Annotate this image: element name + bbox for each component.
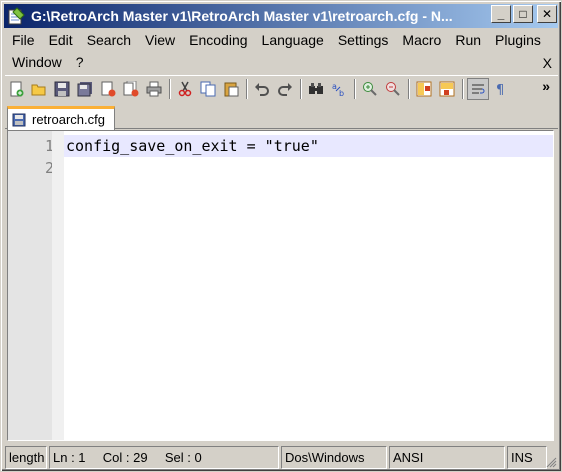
status-eol-format[interactable]: Dos\Windows [281, 446, 387, 469]
toolbar: ab ¶ » [5, 75, 558, 101]
save-icon[interactable] [51, 78, 73, 100]
close-document-button[interactable]: X [543, 52, 552, 74]
toolbar-separator [300, 78, 302, 99]
saved-file-icon [12, 113, 26, 126]
status-insert-mode[interactable]: INS [507, 446, 547, 469]
menu-window[interactable]: Window [5, 51, 69, 73]
tab-label: retroarch.cfg [32, 112, 105, 127]
replace-icon[interactable]: ab [328, 78, 350, 100]
menu-row-1: File Edit Search View Encoding Language … [5, 29, 558, 51]
notepad-plus-plus-window: G:\RetroArch Master v1\RetroArch Master … [0, 0, 562, 472]
title-bar[interactable]: G:\RetroArch Master v1\RetroArch Master … [4, 4, 558, 28]
print-icon[interactable] [143, 78, 165, 100]
fold-margin[interactable] [52, 131, 64, 440]
text-editor[interactable]: 1 2 config_save_on_exit = "true" [7, 130, 554, 441]
document-tab-strip: retroarch.cfg [5, 103, 558, 130]
word-wrap-icon[interactable] [467, 77, 489, 100]
menu-file[interactable]: File [5, 29, 42, 51]
window-title: G:\RetroArch Master v1\RetroArch Master … [31, 8, 453, 24]
show-all-characters-icon[interactable]: ¶ [490, 78, 512, 100]
toolbar-separator [246, 78, 248, 99]
zoom-out-icon[interactable] [382, 78, 404, 100]
menu-search[interactable]: Search [80, 29, 138, 51]
menu-language[interactable]: Language [255, 29, 331, 51]
copy-icon[interactable] [197, 78, 219, 100]
notepad-app-icon[interactable] [7, 7, 25, 25]
zoom-in-icon[interactable] [359, 78, 381, 100]
menu-settings[interactable]: Settings [331, 29, 396, 51]
menu-encoding[interactable]: Encoding [182, 29, 254, 51]
paste-icon[interactable] [220, 78, 242, 100]
svg-text:a: a [332, 82, 337, 91]
menu-bar: File Edit Search View Encoding Language … [5, 29, 558, 75]
sync-horizontal-icon[interactable] [436, 78, 458, 100]
tab-retroarch-cfg[interactable]: retroarch.cfg [7, 106, 115, 130]
status-column: Col : 29 [102, 450, 148, 465]
menu-row-2: Window ? [5, 51, 558, 73]
toolbar-separator [169, 78, 171, 99]
menu-plugins[interactable]: Plugins [488, 29, 548, 51]
sync-vertical-icon[interactable] [413, 78, 435, 100]
status-length: length [5, 446, 47, 469]
toolbar-overflow-chevron-icon[interactable]: » [542, 78, 550, 94]
toolbar-separator [354, 78, 356, 99]
svg-text:¶: ¶ [496, 83, 504, 97]
minimize-button[interactable]: _ [491, 5, 511, 23]
menu-view[interactable]: View [138, 29, 182, 51]
svg-text:b: b [339, 89, 344, 97]
resize-grip-icon[interactable] [545, 456, 557, 468]
status-line: Ln : 1 [53, 450, 86, 465]
status-selection: Sel : 0 [164, 450, 202, 465]
toolbar-separator [408, 78, 410, 99]
open-file-icon[interactable] [28, 78, 50, 100]
menu-run[interactable]: Run [448, 29, 488, 51]
maximize-button[interactable]: □ [513, 5, 533, 23]
menu-edit[interactable]: Edit [42, 29, 80, 51]
menu-macro[interactable]: Macro [395, 29, 448, 51]
status-bar: length Ln : 1 Col : 29 Sel : 0 Dos\Windo… [5, 446, 558, 469]
status-encoding[interactable]: ANSI [389, 446, 505, 469]
status-position: Ln : 1 Col : 29 Sel : 0 [49, 446, 279, 469]
menu-help[interactable]: ? [69, 51, 91, 73]
close-button[interactable]: ✕ [537, 5, 557, 23]
toolbar-separator [462, 78, 464, 99]
code-line[interactable]: config_save_on_exit = "true" [64, 135, 553, 157]
close-icon[interactable] [97, 78, 119, 100]
close-all-icon[interactable] [120, 78, 142, 100]
code-line[interactable] [64, 157, 553, 179]
new-file-icon[interactable] [5, 78, 27, 100]
redo-icon[interactable] [274, 78, 296, 100]
cut-icon[interactable] [174, 78, 196, 100]
undo-icon[interactable] [251, 78, 273, 100]
find-icon[interactable] [305, 78, 327, 100]
save-all-icon[interactable] [74, 78, 96, 100]
